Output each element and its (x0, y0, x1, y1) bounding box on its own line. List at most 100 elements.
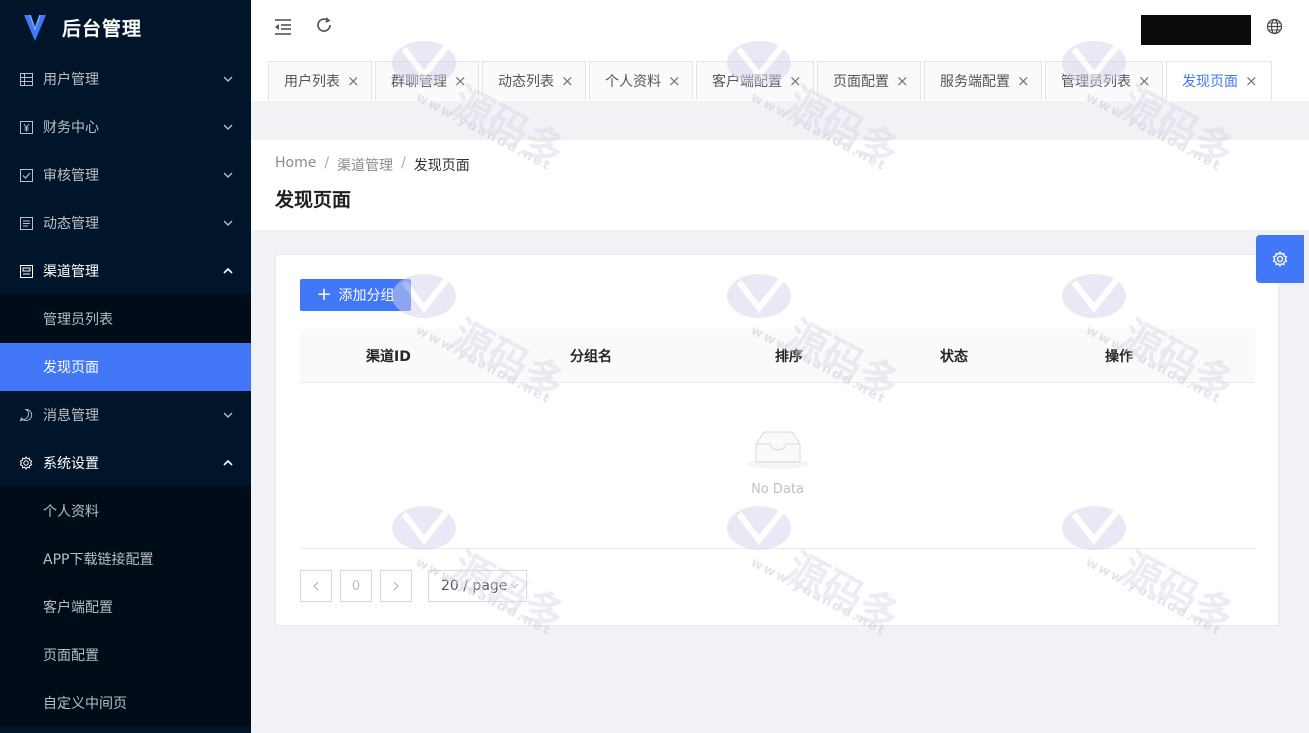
sidebar-item-messages[interactable]: 消息管理 (0, 391, 251, 439)
tab-label: 页面配置 (833, 74, 889, 90)
column-header: 排序 (775, 349, 803, 365)
chevron-down-icon (223, 199, 233, 247)
chevron-up-icon (223, 247, 233, 295)
empty-state: No Data (300, 383, 1255, 549)
close-icon[interactable]: × (1017, 72, 1030, 90)
tab-label: 服务端配置 (940, 74, 1010, 90)
yen-icon (19, 120, 33, 134)
layout-icon (19, 264, 33, 278)
menu-fold-icon (275, 19, 291, 35)
column-header: 分组名 (570, 349, 612, 365)
tab-group-chat[interactable]: 群聊管理 × (375, 61, 479, 100)
top-header (251, 0, 1309, 55)
reload-icon (317, 17, 331, 32)
sidebar-item-finance[interactable]: 财务中心 (0, 103, 251, 151)
tab-client-config[interactable]: 客户端配置 × (696, 61, 814, 100)
sidebar-item-app-download[interactable]: APP下载链接配置 (0, 535, 251, 583)
logo-icon (24, 14, 46, 41)
sidebar-item-users[interactable]: 用户管理 (0, 55, 251, 103)
submenu-channels: 管理员列表 发现页面 (0, 295, 251, 391)
sidebar-item-review[interactable]: 审核管理 (0, 151, 251, 199)
tab-page-config[interactable]: 页面配置 × (817, 61, 921, 100)
sidebar-item-custom-page[interactable]: 自定义中间页 (0, 679, 251, 727)
add-group-label: 添加分组 (338, 288, 395, 304)
tab-profile[interactable]: 个人资料 × (589, 61, 693, 100)
file-list-icon (19, 216, 33, 230)
plus-icon: + (316, 284, 332, 305)
next-page-button[interactable] (380, 570, 412, 602)
sidebar-item-client-config[interactable]: 客户端配置 (0, 583, 251, 631)
message-icon (19, 408, 33, 422)
sidebar-item-label: 动态管理 (43, 216, 99, 232)
tab-label: 群聊管理 (391, 74, 447, 90)
tab-label: 管理员列表 (1061, 74, 1131, 90)
sidebar-item-label: 财务中心 (43, 120, 99, 136)
close-icon[interactable]: × (454, 72, 467, 90)
chevron-down-icon (223, 151, 233, 199)
close-icon[interactable]: × (561, 72, 574, 90)
column-header: 渠道ID (366, 349, 411, 365)
sidebar-item-discover[interactable]: 发现页面 (0, 343, 251, 391)
check-square-icon (19, 168, 33, 182)
sidebar-item-admin-list[interactable]: 管理员列表 (0, 295, 251, 343)
page-size-select[interactable]: 20 / page (428, 570, 527, 602)
sidebar: 后台管理 用户管理 财务中心 审核管理 动态管理 渠道管理 管理员列表 发现页面… (0, 0, 251, 733)
gear-icon (19, 456, 33, 470)
user-avatar[interactable] (1141, 15, 1251, 45)
reload-button[interactable] (312, 13, 336, 37)
sidebar-item-channels[interactable]: 渠道管理 (0, 247, 251, 295)
app-title: 后台管理 (62, 18, 143, 40)
tab-label: 动态列表 (498, 74, 554, 90)
gear-icon (1272, 251, 1288, 267)
add-group-button[interactable]: + 添加分组 (300, 279, 411, 311)
sidebar-item-label: 审核管理 (43, 168, 99, 184)
settings-drawer-button[interactable] (1256, 235, 1304, 283)
sidebar-item-label: 消息管理 (43, 408, 99, 424)
close-icon[interactable]: × (668, 72, 681, 90)
close-icon[interactable]: × (789, 72, 802, 90)
chevron-down-icon (223, 391, 233, 439)
logo: 后台管理 (0, 0, 251, 55)
content-card: + 添加分组 渠道ID 分组名 排序 状态 操作 No Data 0 20 / … (275, 254, 1279, 626)
page-size-value: 20 / page (441, 578, 508, 594)
close-icon[interactable]: × (347, 72, 360, 90)
breadcrumb-home[interactable]: Home (275, 155, 316, 175)
prev-page-button[interactable] (300, 570, 332, 602)
breadcrumb: Home / 渠道管理 / 发现页面 (275, 155, 470, 175)
tab-user-list[interactable]: 用户列表 × (268, 61, 372, 100)
page-number[interactable]: 0 (340, 570, 372, 602)
close-icon[interactable]: × (1138, 72, 1151, 90)
tab-label: 个人资料 (605, 74, 661, 90)
chevron-down-icon (223, 55, 233, 103)
breadcrumb-separator: / (401, 155, 406, 171)
close-icon[interactable]: × (1245, 72, 1258, 90)
chevron-right-icon (393, 581, 399, 591)
language-button[interactable] (1266, 18, 1283, 39)
breadcrumb-separator: / (324, 155, 330, 171)
inbox-empty-icon (747, 431, 809, 469)
menu-fold-button[interactable] (271, 15, 295, 39)
chevron-down-icon (223, 103, 233, 151)
tab-bar: 用户列表 × 群聊管理 × 动态列表 × 个人资料 × 客户端配置 × 页面配置 × 服务端… (251, 55, 1309, 101)
table-icon (19, 72, 33, 86)
sidebar-item-label: 系统设置 (43, 456, 99, 472)
sidebar-item-moments[interactable]: 动态管理 (0, 199, 251, 247)
tab-moments-list[interactable]: 动态列表 × (482, 61, 586, 100)
column-header: 操作 (1105, 349, 1133, 365)
close-icon[interactable]: × (896, 72, 909, 90)
tab-label: 客户端配置 (712, 74, 782, 90)
tab-server-config[interactable]: 服务端配置 × (924, 61, 1042, 100)
sidebar-item-profile[interactable]: 个人资料 (0, 487, 251, 535)
tab-admin-list[interactable]: 管理员列表 × (1045, 61, 1163, 100)
breadcrumb-current: 发现页面 (413, 158, 470, 174)
breadcrumb-parent[interactable]: 渠道管理 (337, 155, 393, 175)
chevron-down-icon (510, 583, 519, 589)
sidebar-item-page-config[interactable]: 页面配置 (0, 631, 251, 679)
tab-discover[interactable]: 发现页面 × (1166, 61, 1272, 100)
table-header: 渠道ID 分组名 排序 状态 操作 (300, 329, 1255, 383)
page-title: 发现页面 (275, 189, 352, 211)
submenu-system-settings: 个人资料 APP下载链接配置 客户端配置 页面配置 自定义中间页 (0, 487, 251, 727)
sidebar-item-system-settings[interactable]: 系统设置 (0, 439, 251, 487)
sidebar-item-label: 用户管理 (43, 72, 99, 88)
tab-label: 发现页面 (1182, 74, 1238, 90)
